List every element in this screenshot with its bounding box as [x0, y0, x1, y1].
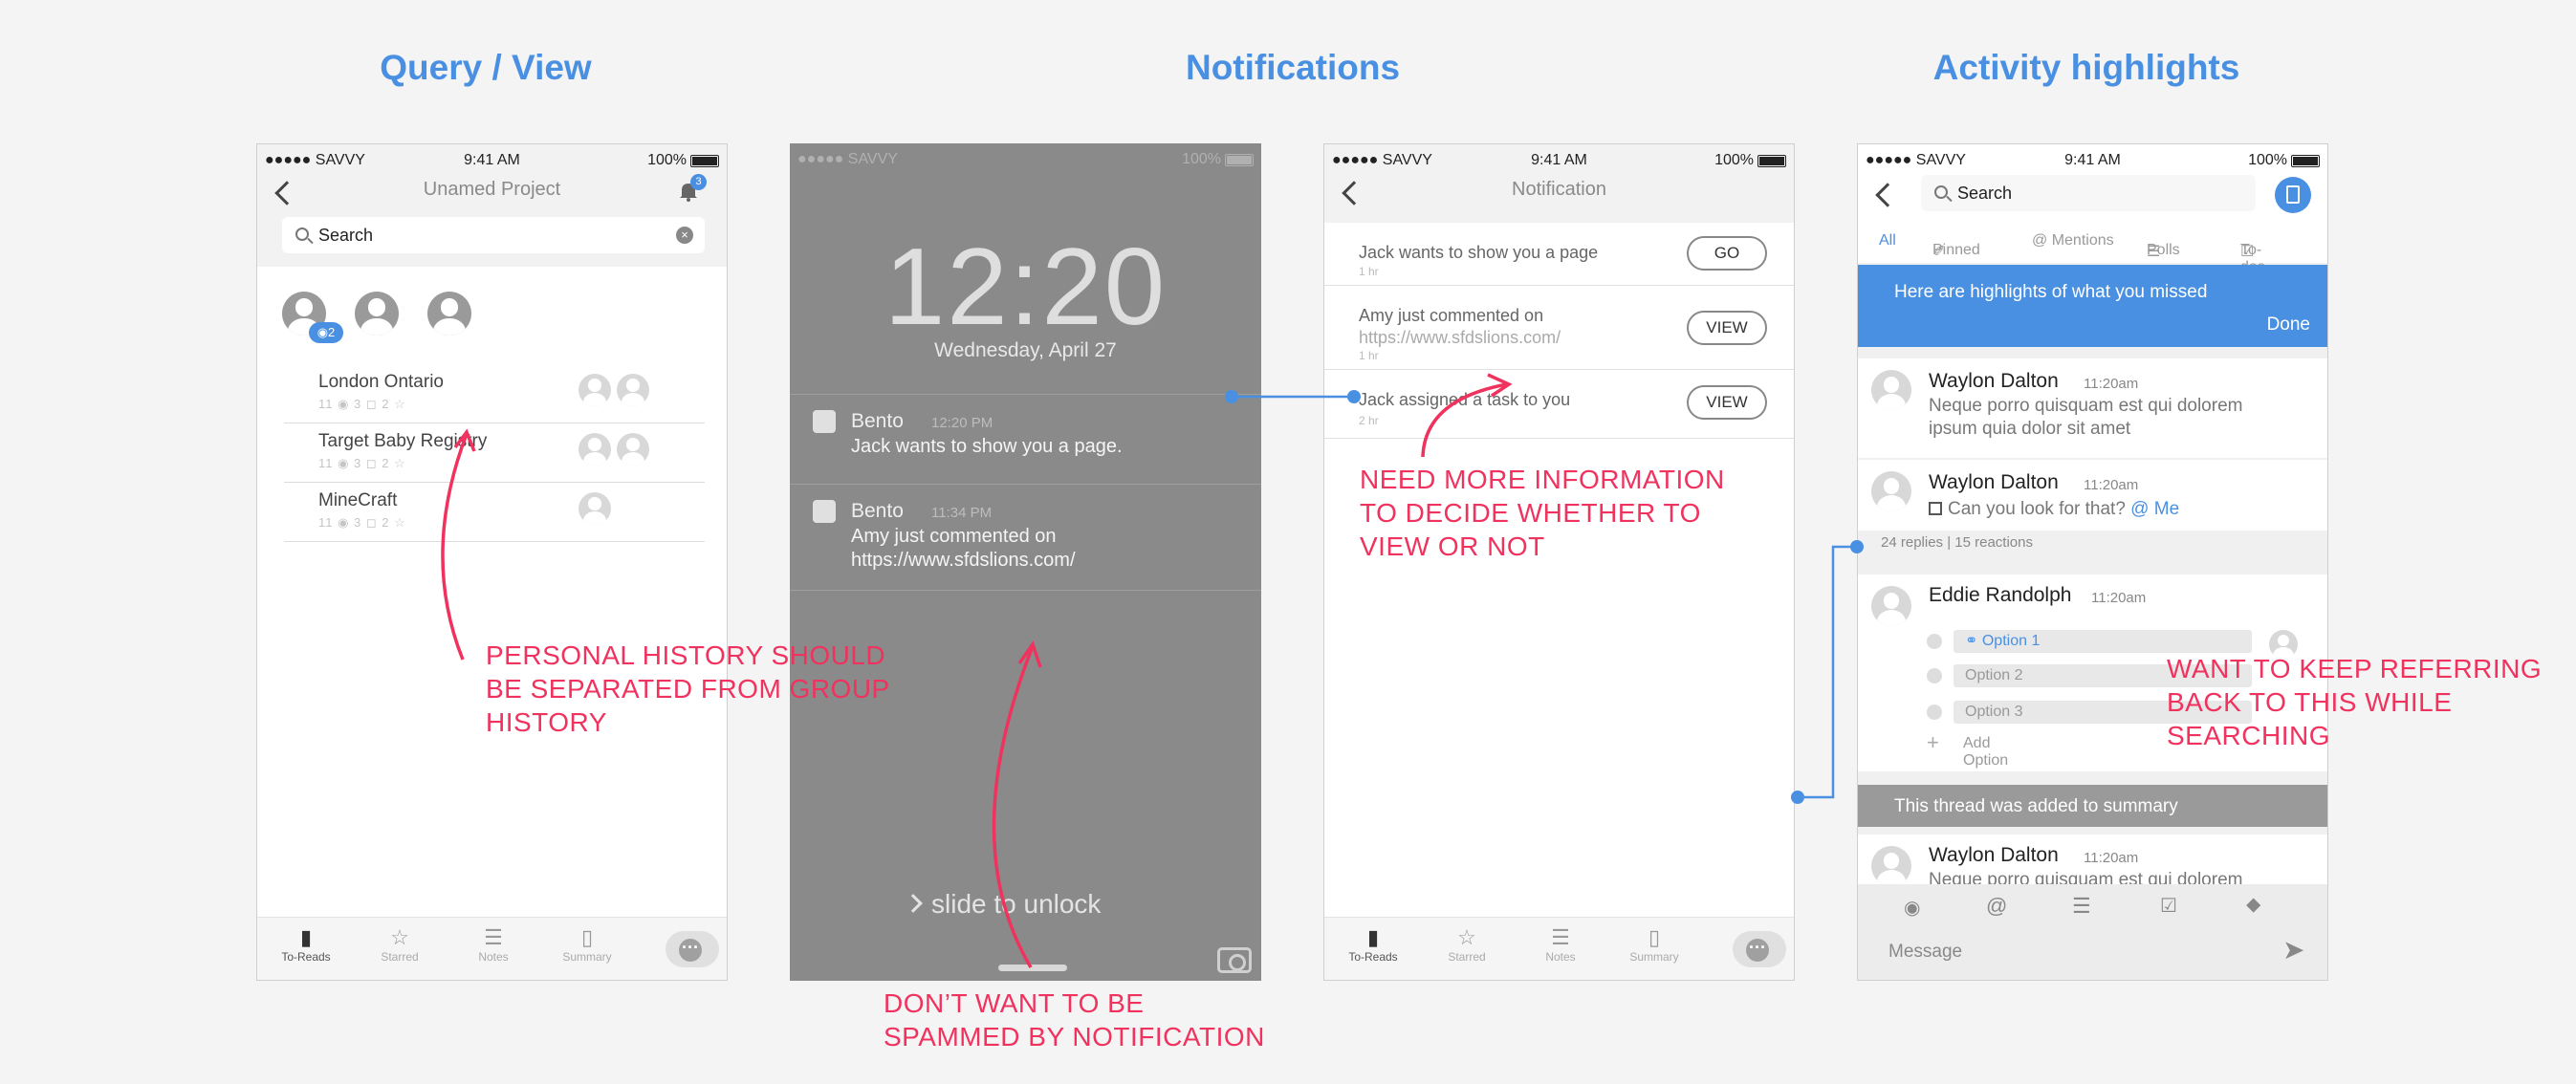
annotation-overlay [441, 373, 1864, 968]
connector-dot [1225, 390, 1238, 403]
connector-dot [1850, 540, 1864, 553]
annotation-more-info: NEED MORE INFORMATION TO DECIDE WHETHER … [1360, 465, 1725, 561]
annotation-arrow [441, 433, 469, 661]
annotation-spam: DON’T WANT TO BE SPAMMED BY NOTIFICATION [884, 988, 1265, 1051]
annotation-keep-referring: WANT TO KEEP REFERRING BACK TO THIS WHIL… [2167, 654, 2543, 750]
connector-dot [1791, 791, 1804, 804]
annotation-personal-history: PERSONAL HISTORY SHOULD BE SEPARATED FRO… [486, 640, 890, 737]
connector-line [1798, 545, 1857, 799]
annotation-arrow [992, 645, 1035, 968]
connector-dot [1347, 390, 1361, 403]
